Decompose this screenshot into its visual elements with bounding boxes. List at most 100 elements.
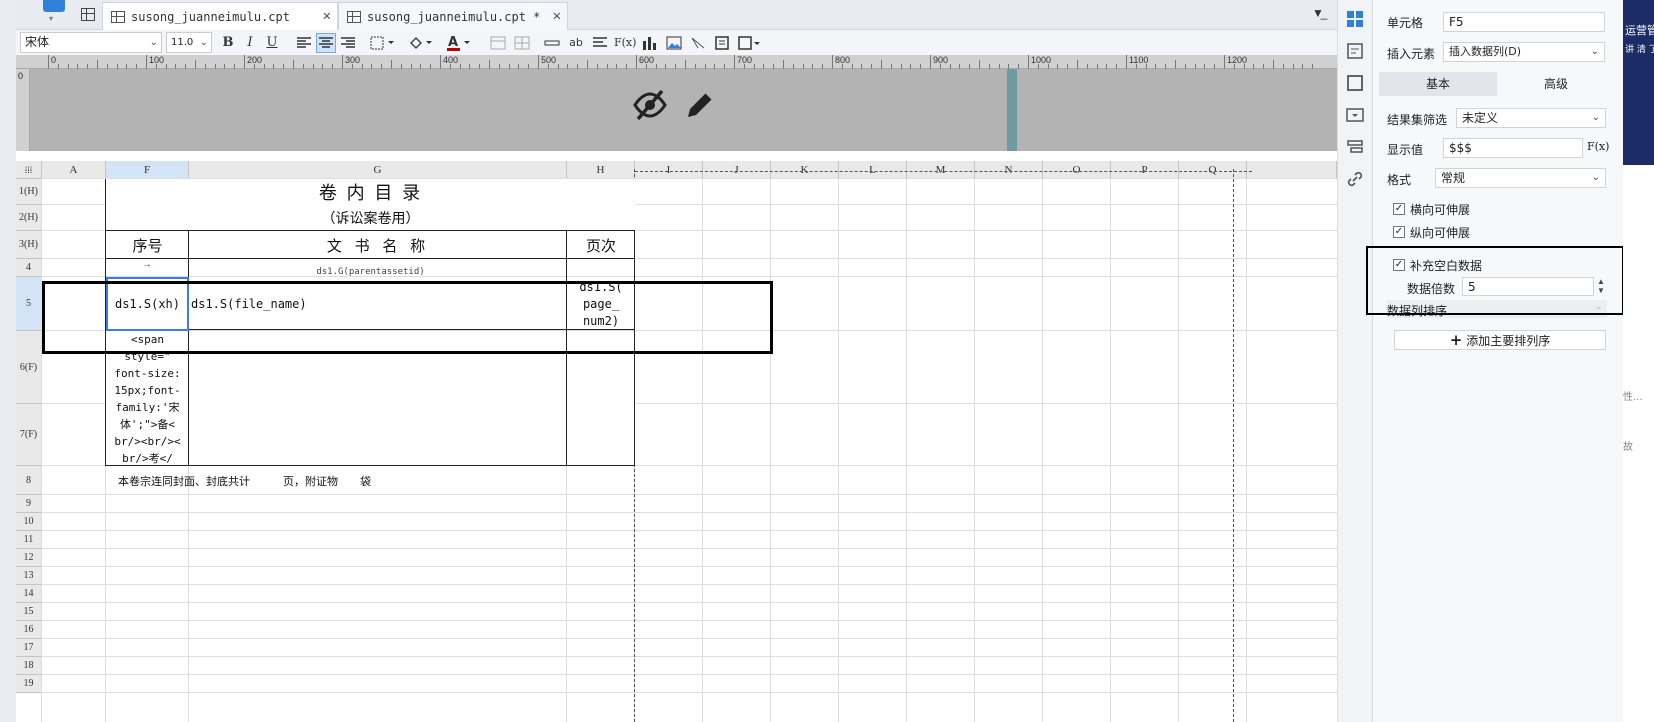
tab-basic[interactable]: 基本 — [1379, 72, 1497, 96]
column-header-m[interactable]: M — [907, 161, 975, 179]
text-button[interactable]: ab — [566, 33, 586, 53]
row-header[interactable]: 2(H) — [16, 205, 42, 231]
hyperlink-settings-icon[interactable] — [1346, 138, 1364, 156]
column-header-o[interactable]: O — [1043, 161, 1111, 179]
edit-icon[interactable] — [682, 87, 718, 123]
formula-button[interactable]: F(x) — [614, 33, 636, 53]
underline-button[interactable]: U — [262, 33, 282, 53]
slash-button[interactable] — [688, 33, 708, 53]
spreadsheet-grid[interactable]: ⁞⁞⁞ A F G H I J K L M N O P Q 1(H) 2(H) 3(H) 4 5 6(F) 7(F) 8… — [16, 161, 1337, 722]
close-icon[interactable]: ✕ — [553, 8, 561, 24]
paint-bucket-icon — [410, 37, 432, 49]
column-header-g[interactable]: G — [189, 161, 567, 179]
row-header[interactable]: 1(H) — [16, 179, 42, 205]
insert-element-label: 插入元素 — [1387, 47, 1436, 61]
tab-advanced[interactable]: 高级 — [1497, 72, 1615, 96]
display-value-field[interactable]: $$$ — [1443, 138, 1583, 158]
row-header[interactable]: 16 — [16, 621, 42, 639]
formula-button[interactable]: F(x) — [1587, 140, 1609, 153]
column-header-j[interactable]: J — [703, 161, 771, 179]
row-header[interactable]: 12 — [16, 549, 42, 567]
align-right-button[interactable] — [338, 33, 358, 53]
insert-element-select[interactable]: 插入数据列(D) ⌄ — [1443, 42, 1605, 62]
cell-attributes-icon[interactable] — [1346, 10, 1364, 28]
column-header-i[interactable]: I — [635, 161, 703, 179]
merge-cells-button[interactable] — [488, 33, 508, 53]
align-left-button[interactable] — [294, 33, 314, 53]
cell-property-panel: 单元格 F5 插入元素 插入数据列(D) ⌄ 基本 高级 结果集筛选 未定义 ⌄… — [1366, 0, 1624, 722]
expand-arrow-icon: → — [142, 258, 152, 270]
float-element-button[interactable] — [736, 33, 764, 53]
fill-color-button[interactable] — [406, 33, 436, 53]
hide-icon[interactable] — [632, 87, 668, 123]
ruler-tick — [1126, 55, 1127, 69]
tab-menu-icon[interactable]: ▼̲ — [1312, 6, 1324, 20]
chart-button[interactable] — [640, 33, 660, 53]
widget-button[interactable] — [712, 33, 732, 53]
row-header[interactable]: 17 — [16, 639, 42, 657]
insert-row-button[interactable] — [542, 33, 562, 53]
gridline — [42, 548, 1337, 549]
italic-button[interactable]: I — [240, 33, 260, 53]
cell-f6-line: br/><br/>< — [114, 435, 181, 448]
column-header-l[interactable]: L — [839, 161, 907, 179]
column-header-q[interactable]: Q — [1179, 161, 1247, 179]
chevron-down-icon: ⌄ — [1591, 112, 1600, 123]
diagonal-icon — [691, 37, 705, 49]
row-header[interactable]: 5 — [16, 277, 42, 331]
column-header-p[interactable]: P — [1111, 161, 1179, 179]
gridline — [42, 692, 1337, 693]
row-header[interactable]: 19 — [16, 675, 42, 693]
style-icon[interactable] — [1346, 74, 1364, 92]
conditional-attributes-icon[interactable] — [1346, 42, 1364, 60]
row-header[interactable]: 6(F) — [16, 331, 42, 404]
svg-text:A: A — [448, 35, 458, 50]
row-header[interactable]: 11 — [16, 531, 42, 549]
border-button[interactable] — [368, 33, 398, 53]
paragraph-button[interactable] — [590, 33, 610, 53]
app-menu-button[interactable]: ▾ — [28, 0, 72, 26]
row-header[interactable]: 13 — [16, 567, 42, 585]
select-all-corner[interactable]: ⁞⁞⁞ — [16, 161, 42, 179]
tab-file-1[interactable]: susong_juanneimulu.cpt ✕ — [102, 2, 338, 30]
row-header[interactable]: 7(F) — [16, 404, 42, 466]
font-size-select[interactable]: 11.0 ⌄ — [166, 32, 212, 53]
sheet-icon — [347, 10, 361, 23]
row-header[interactable]: 15 — [16, 603, 42, 621]
font-color-button[interactable]: A — [444, 33, 474, 53]
link-icon[interactable] — [1346, 170, 1364, 188]
close-icon[interactable]: ✕ — [323, 8, 331, 24]
column-header-h[interactable]: H — [567, 161, 635, 179]
row-header[interactable]: 18 — [16, 657, 42, 675]
align-center-button[interactable] — [316, 33, 336, 53]
split-cells-button[interactable] — [512, 33, 532, 53]
column-header-a[interactable]: A — [42, 161, 106, 179]
ruler-minor-tick — [979, 60, 980, 69]
ruler-minor-tick — [195, 60, 196, 69]
column-header-f[interactable]: F — [106, 161, 189, 179]
image-button[interactable] — [664, 33, 684, 53]
widget-settings-icon[interactable] — [1346, 106, 1364, 124]
grid-view-icon[interactable] — [81, 8, 95, 21]
cell-row4-expr[interactable]: ds1.G(parentassetid) — [106, 259, 635, 277]
dataset-filter-select[interactable]: 未定义 ⌄ — [1456, 108, 1606, 128]
column-header-n[interactable]: N — [975, 161, 1043, 179]
row-header[interactable]: 9 — [16, 495, 42, 513]
vertical-expand-checkbox[interactable]: ✓ — [1393, 226, 1405, 238]
row-header[interactable]: 8 — [16, 466, 42, 495]
tab-file-2[interactable]: susong_juanneimulu.cpt * ✕ — [338, 2, 568, 30]
horizontal-expand-checkbox[interactable]: ✓ — [1393, 203, 1405, 215]
row-header[interactable]: 10 — [16, 513, 42, 531]
ruler-tick — [1224, 55, 1225, 69]
font-family-select[interactable]: 宋体 ⌄ — [20, 32, 162, 53]
cell-address-field[interactable]: F5 — [1443, 12, 1605, 32]
format-select[interactable]: 常规 ⌄ — [1435, 168, 1606, 188]
row-header[interactable]: 3(H) — [16, 231, 42, 259]
align-right-icon — [341, 37, 355, 48]
row-header[interactable]: 14 — [16, 585, 42, 603]
bold-button[interactable]: B — [218, 33, 238, 53]
row-header[interactable]: 4 — [16, 259, 42, 277]
column-header-k[interactable]: K — [771, 161, 839, 179]
report-subtitle: （诉讼案卷用） — [106, 205, 635, 231]
add-sort-button[interactable]: + 添加主要排列序 — [1394, 330, 1606, 350]
